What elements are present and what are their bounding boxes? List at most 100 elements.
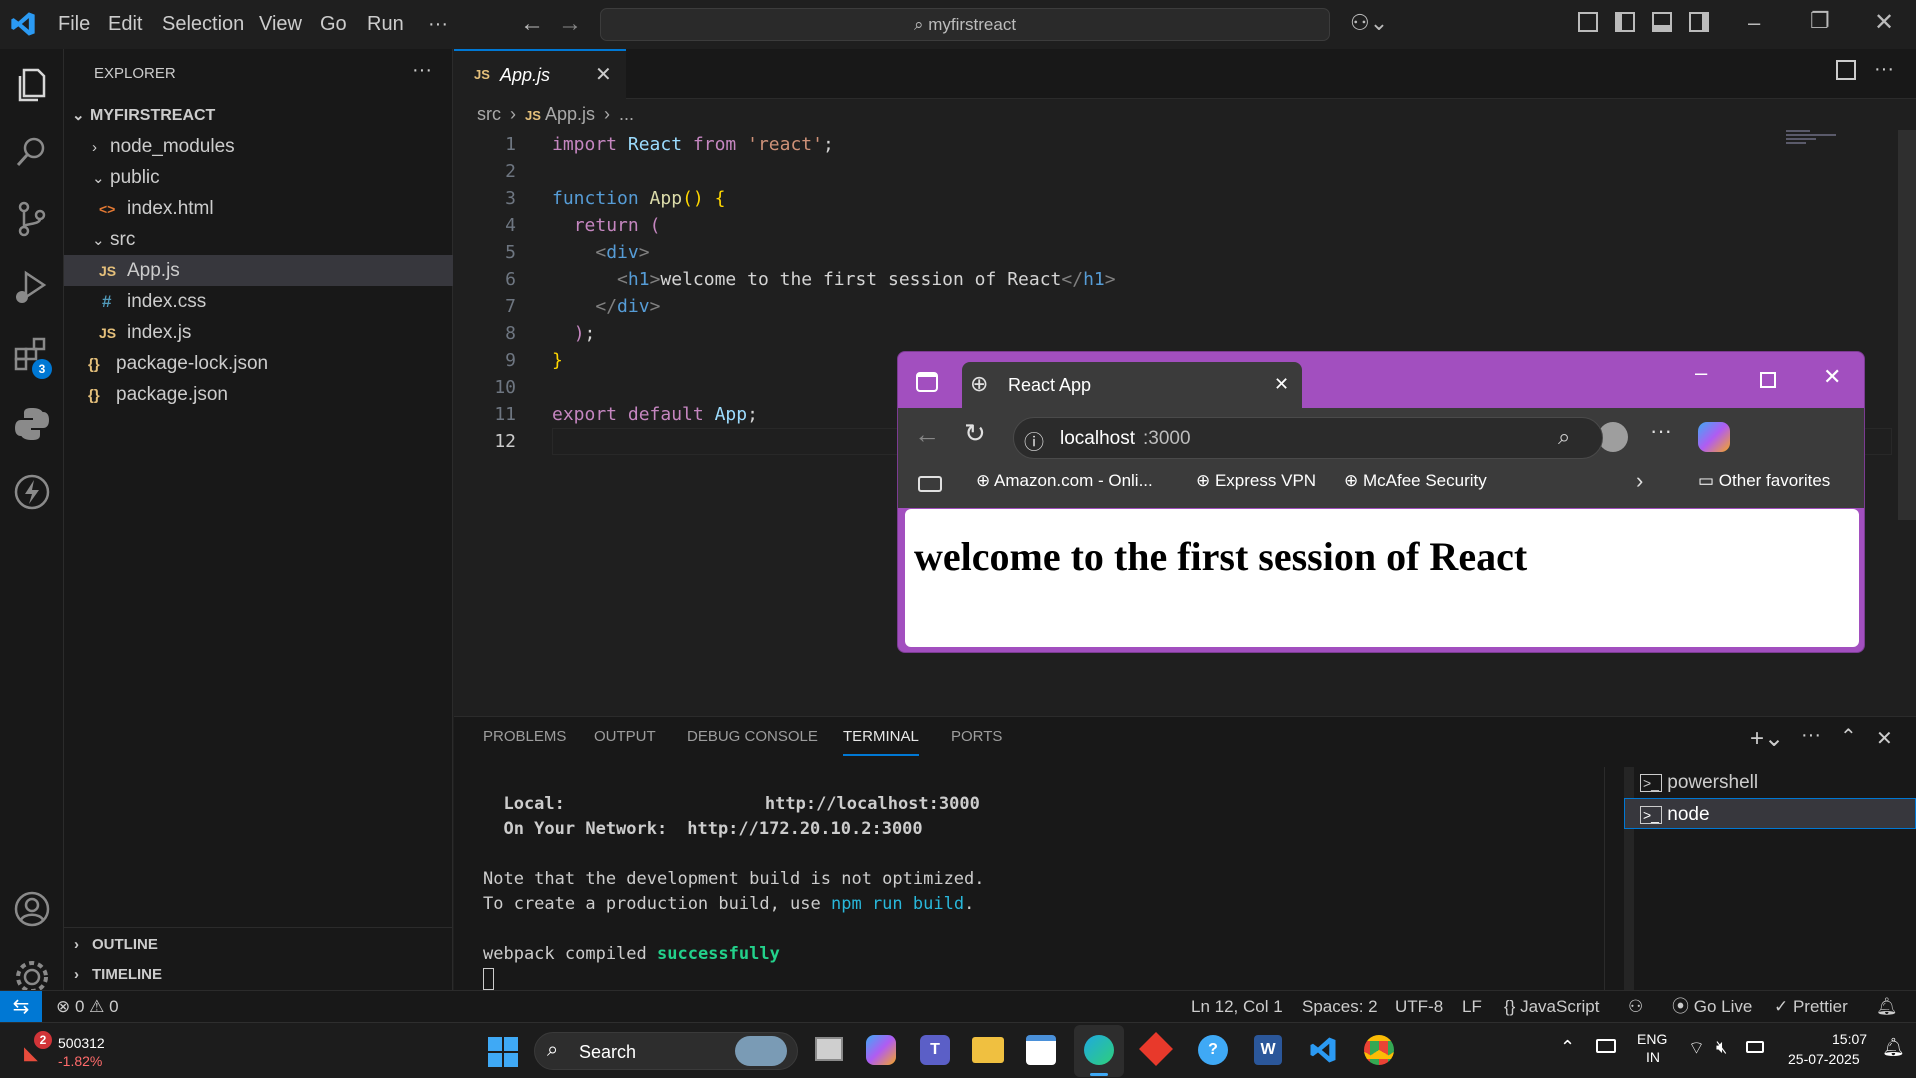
tree-item-package-json[interactable]: {} package.json [64, 379, 453, 410]
indentation[interactable]: Spaces: 2 [1302, 991, 1378, 1023]
tree-item-package-lock-json[interactable]: {} package-lock.json [64, 348, 453, 379]
split-editor-icon[interactable] [1836, 60, 1856, 80]
tab-terminal[interactable]: TERMINAL [843, 728, 919, 756]
minimap[interactable] [1786, 130, 1836, 154]
tree-item-app-js[interactable]: JS App.js [64, 255, 453, 286]
cursor-position[interactable]: Ln 12, Col 1 [1191, 991, 1283, 1023]
copilot-status-icon[interactable]: ⚇ [1628, 991, 1643, 1023]
menu-file[interactable]: File [58, 0, 90, 49]
terminal-list-item-powershell[interactable]: >_ powershell [1624, 767, 1916, 798]
zoom-icon[interactable]: ⌕ [1558, 424, 1570, 450]
search-icon[interactable] [10, 130, 54, 174]
outline-section[interactable]: › OUTLINE [64, 929, 453, 960]
language-mode[interactable]: {} JavaScript [1504, 991, 1599, 1023]
browser-maximize-icon[interactable] [1760, 372, 1776, 388]
copilot-icon[interactable]: ⚇⌄ [1350, 10, 1388, 36]
browser-close-icon[interactable]: ✕ [1823, 364, 1841, 390]
tree-item-public[interactable]: ⌄ public [64, 162, 453, 193]
minimize-icon[interactable]: – [1748, 10, 1760, 36]
breadcrumb-symbol[interactable]: ... [619, 104, 634, 124]
timeline-section[interactable]: › TIMELINE [64, 959, 453, 990]
tab-debug-console[interactable]: DEBUG CONSOLE [687, 728, 818, 756]
tree-item-index-html[interactable]: <> index.html [64, 193, 453, 224]
chevron-right-icon[interactable]: › [1636, 468, 1643, 494]
toggle-secondary-sidebar-icon[interactable] [1689, 12, 1709, 32]
remote-indicator-icon[interactable]: ⇆ [0, 991, 42, 1023]
browser-back-icon[interactable]: ← [914, 419, 940, 450]
restore-icon[interactable]: ❐ [1810, 8, 1830, 34]
encoding[interactable]: UTF-8 [1395, 991, 1443, 1023]
tab-close-icon[interactable]: ✕ [595, 62, 612, 87]
volume-muted-icon[interactable]: 🔇︎ [1716, 1037, 1727, 1058]
language-top[interactable]: ENG [1637, 1031, 1667, 1047]
tree-item-index-js[interactable]: JS index.js [64, 317, 453, 348]
toggle-panel-icon[interactable] [1652, 12, 1672, 32]
favorite-amazon[interactable]: ⊕ Amazon.com - Onli... [976, 471, 1153, 491]
back-arrow-icon[interactable]: ← [520, 10, 544, 38]
collections-icon[interactable] [918, 476, 942, 492]
explorer-more-button[interactable]: ··· [412, 59, 432, 82]
help-icon[interactable]: ? [1198, 1035, 1228, 1065]
tree-item-index-css[interactable]: # index.css [64, 286, 453, 317]
problems-indicator[interactable]: ⊗ 0 ⚠ 0 [56, 991, 119, 1023]
keyboard-icon[interactable] [1596, 1039, 1616, 1053]
menu-more[interactable]: ··· [428, 0, 448, 49]
notifications-bell-icon[interactable]: 🔔︎ [1876, 991, 1898, 1023]
anydesk-icon[interactable] [1139, 1032, 1173, 1066]
browser-minimize-icon[interactable]: – [1695, 360, 1707, 386]
windows-start-icon[interactable] [488, 1037, 518, 1067]
edge-taskbar-button[interactable] [1074, 1025, 1124, 1077]
close-icon[interactable]: ✕ [1874, 8, 1894, 37]
editor-scrollbar[interactable] [1898, 130, 1916, 520]
panel-more-icon[interactable]: ··· [1801, 724, 1821, 747]
terminal-list-item-node[interactable]: >_ node [1624, 798, 1916, 829]
file-explorer-icon[interactable] [972, 1037, 1004, 1063]
favorite-express-vpn[interactable]: ⊕ Express VPN [1196, 471, 1316, 491]
other-favorites[interactable]: ▭ Other favorites [1698, 471, 1830, 491]
close-panel-icon[interactable]: ✕ [1876, 726, 1893, 751]
stock-widget[interactable]: ◣ 2 500312 -1.82% [14, 1031, 124, 1073]
tab-output[interactable]: OUTPUT [594, 728, 656, 756]
address-bar[interactable]: ⓘ localhost :3000 ⌕ [1013, 417, 1603, 459]
clock-date[interactable]: 25-07-2025 [1788, 1051, 1860, 1067]
language-bottom[interactable]: IN [1646, 1049, 1660, 1065]
tab-ports[interactable]: PORTS [951, 728, 1002, 756]
wifi-icon[interactable]: ⌔ [1688, 1037, 1705, 1060]
browser-tab-close-icon[interactable]: ✕ [1274, 374, 1289, 395]
taskbar-search[interactable]: ⌕ Search [534, 1032, 798, 1070]
notification-icon[interactable]: 🔔︎ [1882, 1037, 1905, 1058]
teams-icon[interactable]: T [920, 1035, 950, 1065]
run-debug-icon[interactable] [10, 265, 54, 309]
new-terminal-icon[interactable]: +⌄ [1750, 724, 1784, 753]
word-icon[interactable]: W [1254, 1035, 1282, 1065]
chrome-icon[interactable] [1364, 1035, 1394, 1065]
tab-problems[interactable]: PROBLEMS [483, 728, 566, 756]
refresh-icon[interactable]: ↻ [964, 418, 986, 449]
copilot-icon[interactable] [1698, 422, 1730, 452]
project-root[interactable]: ⌄ MYFIRSTREACT [64, 100, 453, 131]
browser-more-icon[interactable]: ··· [1650, 418, 1672, 444]
favorite-mcafee[interactable]: ⊕ McAfee Security [1344, 471, 1487, 491]
editor-more-icon[interactable]: ··· [1874, 58, 1894, 81]
end-of-line[interactable]: LF [1462, 991, 1482, 1023]
menu-edit[interactable]: Edit [108, 0, 142, 49]
copilot-taskbar-icon[interactable] [866, 1035, 896, 1065]
thunder-client-icon[interactable] [10, 470, 54, 514]
command-center[interactable]: ⌕ myfirstreact [600, 8, 1330, 41]
menu-go[interactable]: Go [320, 0, 347, 49]
go-live-button[interactable]: ⦿ Go Live [1672, 991, 1752, 1023]
site-info-icon[interactable]: ⓘ [1024, 426, 1044, 455]
tab-app-js[interactable]: JS App.js ✕ [454, 49, 626, 99]
breadcrumb-src[interactable]: src [477, 104, 501, 124]
explorer-icon[interactable] [10, 62, 54, 106]
vscode-taskbar-icon[interactable] [1308, 1035, 1338, 1065]
task-view-icon[interactable] [815, 1037, 843, 1061]
forward-arrow-icon[interactable]: → [558, 10, 582, 38]
store-icon[interactable] [1026, 1035, 1056, 1065]
account-icon[interactable] [10, 887, 54, 931]
battery-icon[interactable] [1746, 1041, 1764, 1053]
breadcrumb-file[interactable]: App.js [545, 104, 595, 124]
tree-item-node-modules[interactable]: › node_modules [64, 131, 453, 162]
browser-tab-react-app[interactable]: ⊕ React App ✕ [962, 362, 1302, 408]
maximize-panel-icon[interactable]: ⌃ [1840, 724, 1857, 749]
